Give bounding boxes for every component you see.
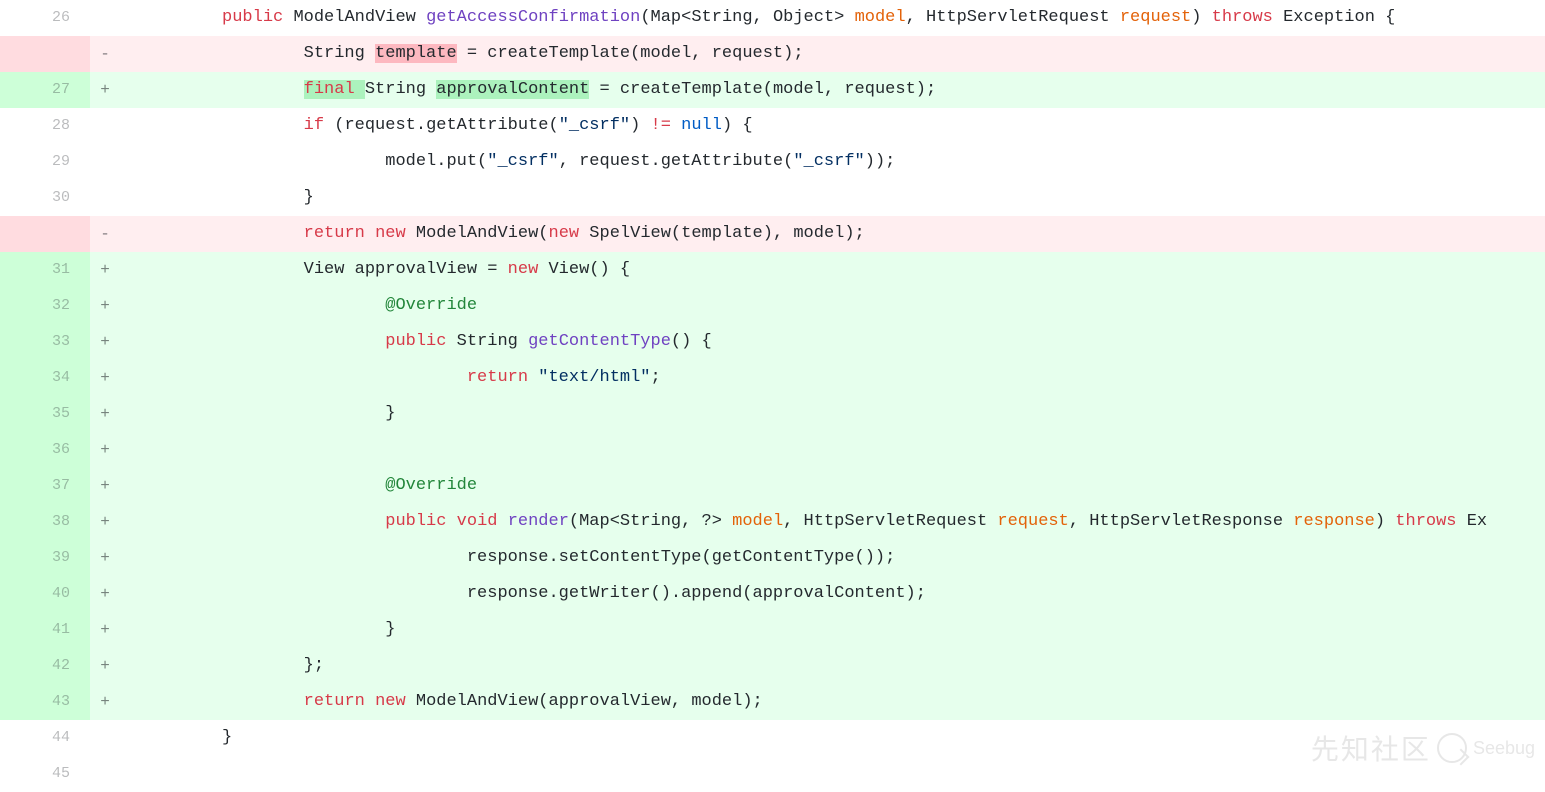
code-content[interactable]: @Override — [120, 468, 1545, 504]
diff-marker: + — [90, 72, 120, 108]
line-number[interactable]: 29 — [0, 144, 90, 180]
line-number[interactable]: 28 — [0, 108, 90, 144]
line-number[interactable]: 36 — [0, 432, 90, 468]
code-content[interactable]: response.setContentType(getContentType()… — [120, 540, 1545, 576]
diff-line[interactable]: - String template = createTemplate(model… — [0, 36, 1545, 72]
diff-marker — [90, 0, 120, 36]
diff-marker: + — [90, 684, 120, 720]
code-content[interactable]: } — [120, 396, 1545, 432]
diff-marker: - — [90, 216, 120, 252]
diff-marker — [90, 720, 120, 756]
diff-line[interactable]: 30 } — [0, 180, 1545, 216]
line-number[interactable]: 43 — [0, 684, 90, 720]
diff-table: 26 public ModelAndView getAccessConfirma… — [0, 0, 1545, 792]
diff-line[interactable]: 41+ } — [0, 612, 1545, 648]
code-content[interactable]: public ModelAndView getAccessConfirmatio… — [120, 0, 1545, 36]
diff-marker: + — [90, 288, 120, 324]
code-content[interactable]: response.getWriter().append(approvalCont… — [120, 576, 1545, 612]
line-number[interactable]: 44 — [0, 720, 90, 756]
diff-line[interactable]: 37+ @Override — [0, 468, 1545, 504]
line-number[interactable]: 26 — [0, 0, 90, 36]
watermark-zh: 先知社区 — [1311, 728, 1431, 768]
diff-marker: + — [90, 432, 120, 468]
diff-marker — [90, 756, 120, 792]
watermark-sb: Seebug — [1473, 738, 1535, 759]
code-content[interactable]: public String getContentType() { — [120, 324, 1545, 360]
line-number[interactable]: 39 — [0, 540, 90, 576]
diff-line[interactable]: 42+ }; — [0, 648, 1545, 684]
code-content[interactable]: final String approvalContent = createTem… — [120, 72, 1545, 108]
diff-line[interactable]: 34+ return "text/html"; — [0, 360, 1545, 396]
diff-line[interactable]: 38+ public void render(Map<String, ?> mo… — [0, 504, 1545, 540]
line-number[interactable]: 41 — [0, 612, 90, 648]
diff-marker: + — [90, 396, 120, 432]
diff-marker: + — [90, 612, 120, 648]
diff-marker: + — [90, 576, 120, 612]
diff-line[interactable]: 27+ final String approvalContent = creat… — [0, 72, 1545, 108]
code-content[interactable]: } — [120, 180, 1545, 216]
diff-line[interactable]: 32+ @Override — [0, 288, 1545, 324]
diff-marker: + — [90, 324, 120, 360]
diff-marker: + — [90, 360, 120, 396]
diff-line[interactable]: 40+ response.getWriter().append(approval… — [0, 576, 1545, 612]
diff-line[interactable]: 39+ response.setContentType(getContentTy… — [0, 540, 1545, 576]
line-number[interactable]: 40 — [0, 576, 90, 612]
diff-line[interactable]: 33+ public String getContentType() { — [0, 324, 1545, 360]
code-content[interactable]: }; — [120, 648, 1545, 684]
watermark: 先知社区 Seebug — [1311, 728, 1535, 768]
diff-marker: + — [90, 468, 120, 504]
line-number[interactable] — [0, 36, 90, 72]
line-number[interactable]: 30 — [0, 180, 90, 216]
code-content[interactable]: String template = createTemplate(model, … — [120, 36, 1545, 72]
line-number[interactable]: 37 — [0, 468, 90, 504]
diff-line[interactable]: 43+ return new ModelAndView(approvalView… — [0, 684, 1545, 720]
code-content[interactable]: return "text/html"; — [120, 360, 1545, 396]
diff-line[interactable]: - return new ModelAndView(new SpelView(t… — [0, 216, 1545, 252]
line-number[interactable]: 42 — [0, 648, 90, 684]
diff-marker: + — [90, 504, 120, 540]
code-content[interactable]: View approvalView = new View() { — [120, 252, 1545, 288]
diff-marker: + — [90, 540, 120, 576]
line-number[interactable]: 27 — [0, 72, 90, 108]
diff-line[interactable]: 26 public ModelAndView getAccessConfirma… — [0, 0, 1545, 36]
line-number[interactable] — [0, 216, 90, 252]
diff-marker: + — [90, 252, 120, 288]
diff-marker — [90, 144, 120, 180]
code-content[interactable]: public void render(Map<String, ?> model,… — [120, 504, 1545, 540]
code-content[interactable]: if (request.getAttribute("_csrf") != nul… — [120, 108, 1545, 144]
diff-line[interactable]: 31+ View approvalView = new View() { — [0, 252, 1545, 288]
diff-line[interactable]: 36+ — [0, 432, 1545, 468]
line-number[interactable]: 33 — [0, 324, 90, 360]
line-number[interactable]: 38 — [0, 504, 90, 540]
diff-marker — [90, 180, 120, 216]
diff-line[interactable]: 29 model.put("_csrf", request.getAttribu… — [0, 144, 1545, 180]
diff-marker: + — [90, 648, 120, 684]
line-number[interactable]: 34 — [0, 360, 90, 396]
code-content[interactable]: @Override — [120, 288, 1545, 324]
code-content[interactable] — [120, 432, 1545, 468]
line-number[interactable]: 35 — [0, 396, 90, 432]
line-number[interactable]: 31 — [0, 252, 90, 288]
diff-line[interactable]: 28 if (request.getAttribute("_csrf") != … — [0, 108, 1545, 144]
code-content[interactable]: model.put("_csrf", request.getAttribute(… — [120, 144, 1545, 180]
line-number[interactable]: 32 — [0, 288, 90, 324]
diff-body: 26 public ModelAndView getAccessConfirma… — [0, 0, 1545, 792]
code-content[interactable]: } — [120, 612, 1545, 648]
diff-marker: - — [90, 36, 120, 72]
code-content[interactable]: return new ModelAndView(new SpelView(tem… — [120, 216, 1545, 252]
watermark-icon — [1437, 733, 1467, 763]
code-content[interactable]: return new ModelAndView(approvalView, mo… — [120, 684, 1545, 720]
line-number[interactable]: 45 — [0, 756, 90, 792]
diff-line[interactable]: 35+ } — [0, 396, 1545, 432]
diff-marker — [90, 108, 120, 144]
